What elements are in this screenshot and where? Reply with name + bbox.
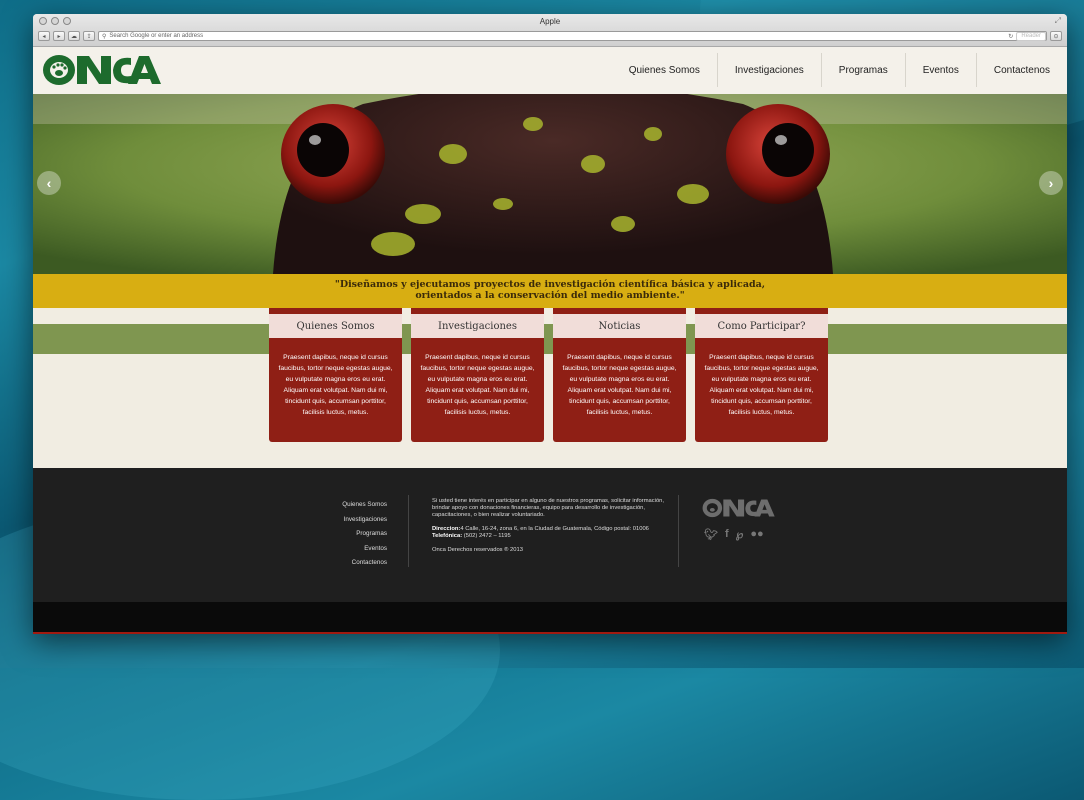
card-quienes-somos[interactable]: Quienes Somos Praesent dapibus, neque id… <box>269 308 402 442</box>
footer-link-contactenos[interactable]: Contactenos <box>323 556 387 571</box>
footer-divider <box>678 495 679 567</box>
phone-label: Telefónica: <box>432 533 463 539</box>
card-text: Praesent dapibus, neque id cursus faucib… <box>562 354 677 416</box>
footer-intro: Si usted tiene interés en participar en … <box>432 498 665 518</box>
card-title: Como Participar? <box>695 308 828 338</box>
nav-eventos[interactable]: Eventos <box>904 53 976 87</box>
twitter-icon[interactable]: 🐦︎ <box>704 528 718 541</box>
footer-link-programas[interactable]: Programas <box>323 527 387 542</box>
share-icon[interactable]: ⇪ <box>83 31 95 41</box>
card-investigaciones[interactable]: Investigaciones Praesent dapibus, neque … <box>411 308 544 442</box>
main-nav: Quienes Somos Investigaciones Programas … <box>612 53 1067 87</box>
footer-bottom-bar <box>33 602 1067 634</box>
nav-quienes-somos[interactable]: Quienes Somos <box>612 53 717 87</box>
web-page: Quienes Somos Investigaciones Programas … <box>33 47 1067 634</box>
quote-line-1: "Diseñamos y ejecutamos proyectos de inv… <box>334 279 766 290</box>
window-title: Apple <box>539 17 561 26</box>
footer-link-eventos[interactable]: Eventos <box>323 542 387 557</box>
browser-window: Apple ⤢ ◂ ▸ ☁ ⇪ ⚲ Search Google or enter… <box>33 14 1067 634</box>
browser-toolbar: ◂ ▸ ☁ ⇪ ⚲ Search Google or enter an addr… <box>38 30 1062 42</box>
card-text: Praesent dapibus, neque id cursus faucib… <box>704 354 819 416</box>
fullscreen-icon[interactable]: ⤢ <box>1055 16 1061 26</box>
hero-slider: ‹ › <box>33 94 1067 274</box>
footer-link-quienes-somos[interactable]: Quienes Somos <box>323 498 387 513</box>
onca-logo[interactable] <box>41 52 161 88</box>
card-como-participar[interactable]: Como Participar? Praesent dapibus, neque… <box>695 308 828 442</box>
card-text: Praesent dapibus, neque id cursus faucib… <box>420 354 535 416</box>
back-button[interactable]: ◂ <box>38 31 50 41</box>
facebook-icon[interactable]: f <box>725 528 729 541</box>
card-title: Noticias <box>553 308 686 338</box>
slider-prev-button[interactable]: ‹ <box>37 171 61 195</box>
nav-investigaciones[interactable]: Investigaciones <box>716 53 821 87</box>
footer-link-investigaciones[interactable]: Investigaciones <box>323 513 387 528</box>
green-stripe <box>33 324 1067 354</box>
address-label: Direccion: <box>432 526 461 532</box>
search-icon: ⚲ <box>102 33 107 40</box>
phone-text: (502) 2472 – 1195 <box>463 533 511 539</box>
address-placeholder: Search Google or enter an address <box>109 33 204 39</box>
card-title: Quienes Somos <box>269 308 402 338</box>
icloud-icon[interactable]: ☁ <box>68 31 80 41</box>
footer-onca-logo <box>702 498 775 518</box>
site-footer: Quienes Somos Investigaciones Programas … <box>33 468 1067 602</box>
reader-button[interactable]: Reader <box>1016 31 1046 41</box>
address-bar[interactable]: ⚲ Search Google or enter an address ↻ Re… <box>98 31 1047 41</box>
card-title: Investigaciones <box>411 308 544 338</box>
reload-icon[interactable]: ↻ <box>1008 33 1013 40</box>
browser-titlebar: Apple ⤢ ◂ ▸ ☁ ⇪ ⚲ Search Google or enter… <box>33 14 1067 47</box>
card-noticias[interactable]: Noticias Praesent dapibus, neque id curs… <box>553 308 686 442</box>
mission-quote: "Diseñamos y ejecutamos proyectos de inv… <box>33 274 1067 308</box>
nav-programas[interactable]: Programas <box>820 53 905 87</box>
footer-info: Si usted tiene interés en participar en … <box>432 498 672 561</box>
nav-contactenos[interactable]: Contactenos <box>975 53 1067 87</box>
footer-divider <box>408 495 409 567</box>
copyright: Onca Derechos reservados ® 2013 <box>432 547 523 553</box>
pinterest-icon[interactable]: ℘ <box>736 528 744 541</box>
flickr-icon[interactable]: ●● <box>750 528 763 541</box>
forward-button[interactable]: ▸ <box>53 31 65 41</box>
social-links: 🐦︎ f ℘ ●● <box>704 528 764 541</box>
footer-nav: Quienes Somos Investigaciones Programas … <box>323 498 387 571</box>
downloads-icon[interactable]: ⊙ <box>1050 31 1062 41</box>
slider-next-button[interactable]: › <box>1039 171 1063 195</box>
card-text: Praesent dapibus, neque id cursus faucib… <box>278 354 393 416</box>
address-text: 4 Calle, 16-24, zona 6, en la Ciudad de … <box>460 526 649 532</box>
site-header: Quienes Somos Investigaciones Programas … <box>33 47 1067 95</box>
quote-line-2: orientados a la conservación del medio a… <box>415 290 685 301</box>
hero-frog-image <box>33 94 1067 274</box>
